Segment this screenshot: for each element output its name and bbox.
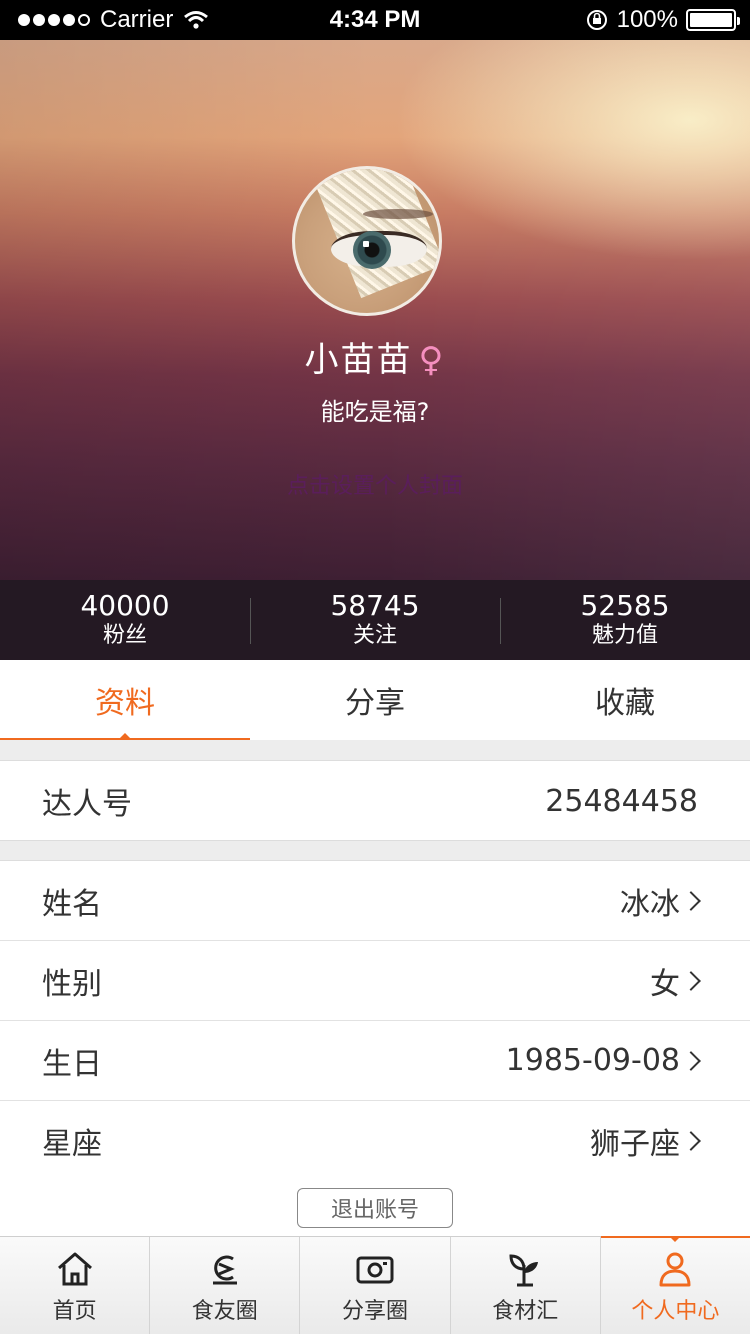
profile-name-text: 小苗苗: [304, 340, 413, 380]
stat-label: 魅力值: [591, 623, 658, 648]
info-row-name[interactable]: 姓名 冰冰: [0, 861, 750, 941]
info-row-gender[interactable]: 性别 女: [0, 941, 750, 1021]
id-label: 达人号: [42, 787, 132, 822]
avatar[interactable]: [292, 166, 442, 316]
profile-motto: 能吃是福?: [320, 398, 430, 426]
tab-profile-info[interactable]: 资料: [0, 660, 250, 740]
id-row: 达人号 25484458: [0, 761, 750, 841]
row-value: 狮子座: [590, 1119, 701, 1163]
female-gender-icon: ♀: [418, 340, 446, 380]
profile-name: 小苗苗 ♀: [0, 332, 750, 381]
stats-bar: 40000 粉丝 58745 关注 52585 魅力值: [0, 580, 750, 660]
stat-value: 40000: [80, 589, 170, 622]
info-row-zodiac[interactable]: 星座 狮子座: [0, 1101, 750, 1181]
person-icon: [659, 1252, 691, 1286]
chevron-right-icon: [681, 1131, 701, 1151]
nav-share-circle[interactable]: 分享圈: [299, 1237, 449, 1334]
camera-icon: [356, 1256, 394, 1283]
nav-label: 食友圈: [191, 1298, 258, 1324]
stat-value: 52585: [580, 589, 670, 622]
caret-down-icon: [670, 1237, 681, 1242]
battery-icon: [686, 9, 740, 31]
chevron-right-icon: [681, 970, 701, 991]
bottom-nav: 首页 食友圈 分享圈 食材汇 个人中心: [0, 1236, 750, 1334]
id-value: 25484458: [545, 783, 698, 819]
tab-favorites[interactable]: 收藏: [500, 660, 750, 740]
row-label: 性别: [42, 966, 102, 1002]
tab-label: 收藏: [595, 686, 655, 721]
row-label: 星座: [42, 1127, 102, 1162]
tab-label: 资料: [95, 686, 155, 721]
row-value-text: 女: [650, 966, 680, 1002]
stat-label: 关注: [352, 623, 397, 648]
caret-up-icon: [120, 733, 130, 738]
set-cover-link[interactable]: 点击设置个人封面: [0, 468, 750, 500]
tab-shares[interactable]: 分享: [250, 660, 500, 740]
stat-charm[interactable]: 52585 魅力值: [500, 580, 750, 660]
nav-ingredients[interactable]: 食材汇: [449, 1237, 600, 1334]
row-label: 生日: [42, 1046, 102, 1082]
row-value: 冰冰: [620, 879, 701, 923]
id-panel: 达人号 25484458: [0, 760, 750, 841]
status-bar: Carrier 4:34 PM 100%: [0, 0, 750, 40]
battery-percent: 100%: [616, 6, 678, 33]
food-friends-icon: [212, 1255, 237, 1284]
home-icon: [57, 1252, 92, 1285]
chevron-right-icon: [681, 1050, 701, 1071]
profile-cover[interactable]: 小苗苗 ♀ 能吃是福? 点击设置个人封面: [0, 40, 750, 580]
rotation-lock-icon: [586, 10, 607, 30]
nav-label: 食材汇: [492, 1298, 559, 1324]
row-value-text: 1985-09-08: [505, 1043, 680, 1078]
chevron-right-icon: [681, 890, 701, 911]
logout-button[interactable]: 退出账号: [297, 1188, 453, 1228]
stat-fans[interactable]: 40000 粉丝: [0, 580, 250, 660]
nav-label: 分享圈: [342, 1298, 409, 1324]
logout-area: 退出账号: [0, 1180, 750, 1236]
nav-label: 首页: [52, 1298, 97, 1324]
stat-value: 58745: [330, 589, 420, 622]
stat-label: 粉丝: [102, 623, 147, 648]
row-value-text: 冰冰: [620, 886, 680, 922]
row-label: 姓名: [42, 886, 102, 922]
row-value-text: 狮子座: [590, 1127, 680, 1162]
info-row-birthday[interactable]: 生日 1985-09-08: [0, 1021, 750, 1101]
status-right: 100%: [585, 0, 740, 40]
nav-personal-center[interactable]: 个人中心: [599, 1236, 750, 1334]
profile-tabs: 资料 分享 收藏: [0, 660, 750, 740]
nav-label: 个人中心: [631, 1298, 720, 1324]
stat-following[interactable]: 58745 关注: [250, 580, 500, 660]
tab-label: 分享: [345, 686, 405, 721]
sprout-icon: [509, 1253, 539, 1286]
row-value: 女: [650, 959, 701, 1003]
nav-food-friends[interactable]: 食友圈: [149, 1237, 299, 1334]
nav-home[interactable]: 首页: [0, 1237, 149, 1334]
row-value: 1985-09-08: [505, 1043, 701, 1078]
